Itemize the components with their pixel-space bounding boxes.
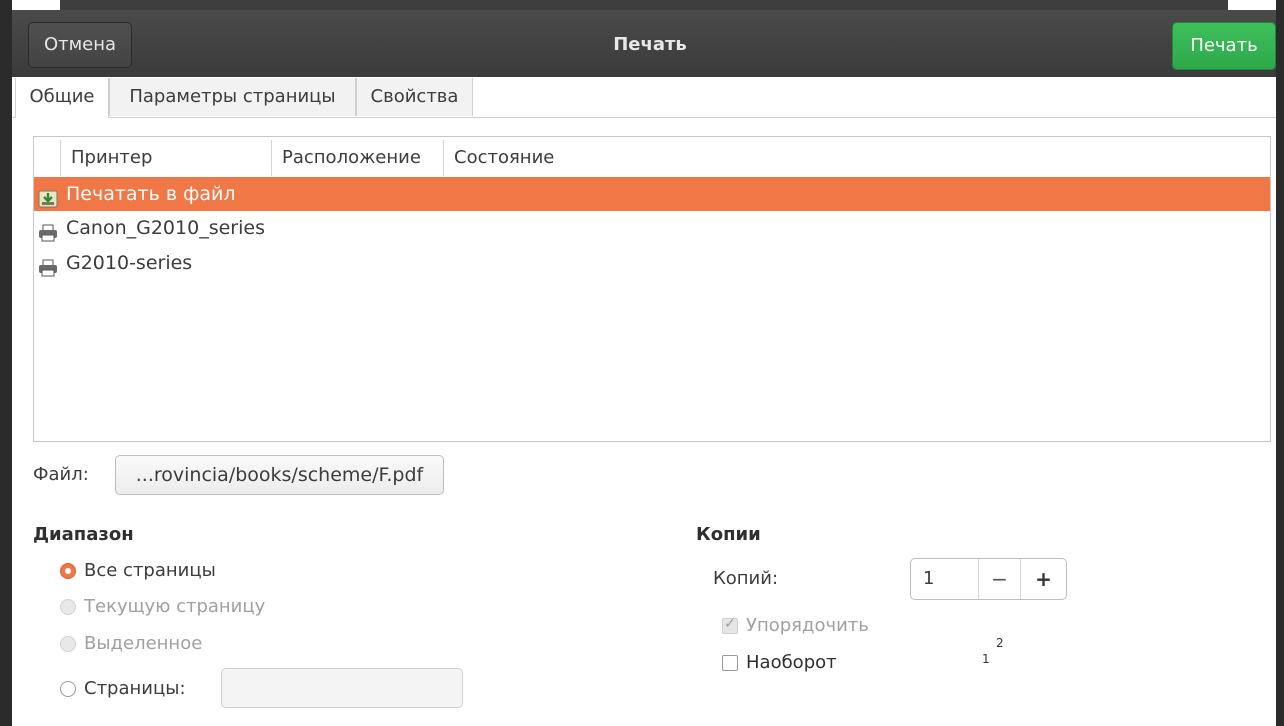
printer-name: Canon_G2010_series [66,217,265,239]
print-button[interactable]: Печать [1172,22,1276,70]
reverse-checkbox[interactable]: Наоборот [722,648,882,678]
collate-preview: 1 2 [982,636,1012,670]
radio-label: Текущую страницу [84,596,266,617]
radio-pages[interactable]: Страницы: [60,674,210,704]
printer-icon [38,254,58,277]
radio-checked-icon [60,563,76,579]
cancel-button[interactable]: Отмена [28,22,132,68]
radio-label: Выделенное [84,633,203,654]
printer-name: Печатать в файл [66,183,236,205]
printer-row-canon[interactable]: Canon_G2010_series [34,211,1270,245]
tab-properties[interactable]: Свойства [356,78,473,116]
copies-spinbutton[interactable]: 1 − + [910,558,1067,600]
radio-label: Все страницы [84,560,216,581]
tab-page-setup[interactable]: Параметры страницы [109,78,356,116]
checkbox-label: Упорядочить [746,615,869,636]
radio-unchecked-icon [60,681,76,697]
copies-decrement-button[interactable]: − [978,559,1020,599]
column-header-printer[interactable]: Принтер [60,140,271,176]
radio-disabled-icon [60,636,76,652]
collate-preview-page-2: 2 [996,636,1004,650]
pages-input[interactable] [221,668,463,708]
copies-value[interactable]: 1 [923,559,934,599]
copies-section-title: Копии [696,524,761,545]
printer-row-g2010[interactable]: G2010-series [34,246,1270,280]
file-label: Файл: [33,464,89,485]
copies-increment-button[interactable]: + [1020,559,1066,599]
radio-all-pages[interactable]: Все страницы [60,556,280,586]
printer-row-print-to-file[interactable]: Печатать в файл [34,177,1270,211]
radio-label: Страницы: [84,678,186,699]
radio-current-page[interactable]: Текущую страницу [60,592,300,622]
window-frame-right [1276,0,1284,726]
window-top-strip [60,0,1228,10]
save-to-file-icon [38,185,58,208]
tab-general[interactable]: Общие [15,78,109,118]
copies-label: Копий: [713,568,779,589]
radio-disabled-icon [60,599,76,615]
range-section-title: Диапазон [33,524,134,545]
dialog-title: Печать [613,34,687,55]
checkbox-unchecked-icon [722,655,738,671]
collate-checkbox[interactable]: Упорядочить [722,611,902,641]
column-header-location[interactable]: Расположение [271,140,443,176]
checkbox-checked-disabled-icon [722,616,738,634]
checkbox-label: Наоборот [746,652,837,673]
printer-icon [38,219,58,242]
column-header-status[interactable]: Состояние [443,140,743,176]
radio-selection[interactable]: Выделенное [60,629,280,659]
printer-name: G2010-series [66,252,193,274]
window-frame-left [0,0,12,726]
collate-preview-page-1: 1 [982,652,990,666]
file-chooser-button[interactable]: ...rovincia/books/scheme/F.pdf [115,455,444,495]
